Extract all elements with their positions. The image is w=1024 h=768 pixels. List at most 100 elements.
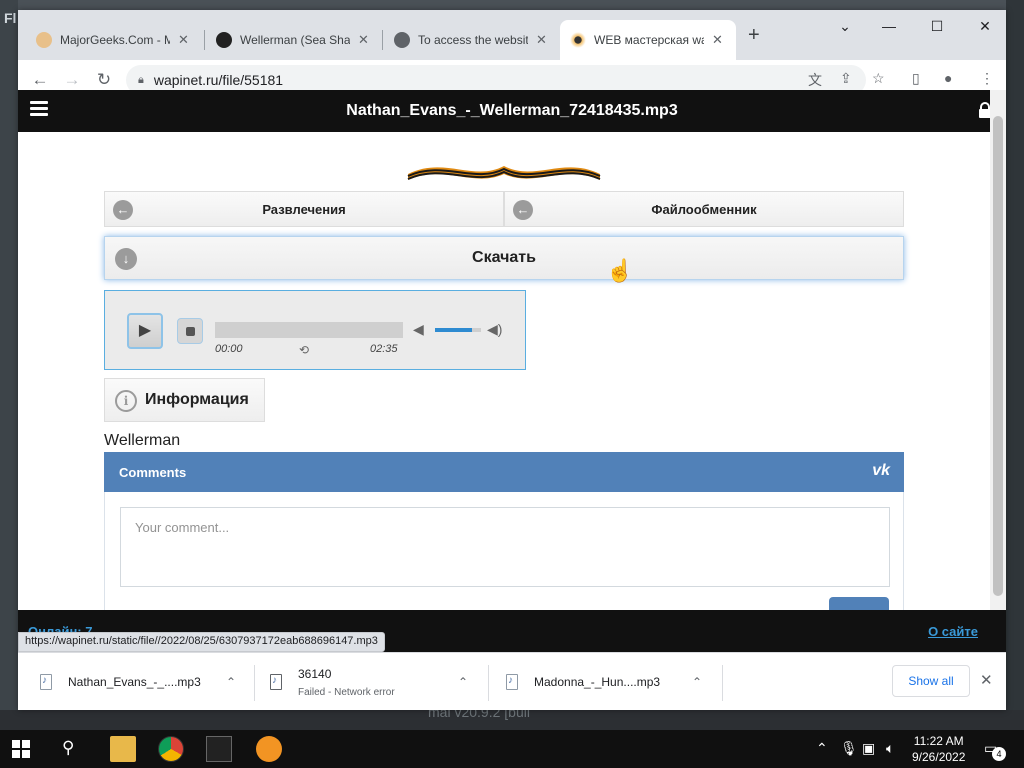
page-title: Nathan_Evans_-_Wellerman_72418435.mp3 bbox=[346, 102, 678, 119]
breadcrumb-entertainment[interactable]: ← Развлечения bbox=[104, 191, 504, 227]
tab-title: WEB мастерская wa bbox=[594, 33, 704, 47]
menu-kebab-icon[interactable]: ⋮ bbox=[980, 70, 994, 87]
page-viewport: Nathan_Evans_-_Wellerman_72418435.mp3 ← … bbox=[18, 90, 1006, 610]
hamburger-menu-icon[interactable] bbox=[30, 101, 48, 119]
information-label: Информация bbox=[145, 391, 249, 408]
download-item[interactable]: Madonna_-_Hun....mp3 ⌃ bbox=[506, 661, 702, 703]
tab-search-chevron-icon[interactable]: ⌄ bbox=[822, 16, 868, 36]
download-separator bbox=[488, 665, 489, 701]
page-scrollbar[interactable] bbox=[990, 90, 1006, 610]
minimize-button[interactable]: — bbox=[866, 16, 912, 36]
volume-max-icon[interactable]: ◀) bbox=[487, 321, 502, 338]
share-icon[interactable]: ⇪ bbox=[840, 70, 852, 87]
chevron-up-icon[interactable]: ⌃ bbox=[458, 675, 468, 689]
info-icon: i bbox=[115, 390, 137, 412]
fl-studio-icon[interactable] bbox=[256, 736, 282, 762]
volume-icon[interactable]: 🔈︎ bbox=[886, 740, 894, 757]
taskbar-clock[interactable]: 11:22 AM 9/26/2022 bbox=[912, 733, 965, 765]
tab-separator bbox=[382, 30, 383, 50]
arrow-left-icon: ← bbox=[513, 200, 533, 220]
file-description: Wellerman bbox=[104, 432, 181, 449]
seek-bar[interactable] bbox=[215, 322, 403, 338]
play-button[interactable]: ▶ bbox=[127, 313, 163, 349]
clock-date: 9/26/2022 bbox=[912, 750, 966, 764]
st-george-ribbon-logo bbox=[407, 166, 601, 180]
translate-icon[interactable]: 文 bbox=[808, 70, 822, 90]
close-download-shelf-icon[interactable]: ✕ bbox=[980, 671, 993, 689]
maximize-button[interactable]: ☐ bbox=[914, 16, 960, 36]
forward-button[interactable]: → bbox=[56, 70, 88, 90]
windows-start-icon[interactable] bbox=[12, 740, 30, 758]
breadcrumb-file-exchange[interactable]: ← Файлообменник bbox=[504, 191, 904, 227]
search-icon[interactable]: ⚲ bbox=[62, 738, 74, 758]
download-status: Failed - Network error bbox=[298, 686, 395, 698]
tab-strip: MajorGeeks.Com - M ✕ Wellerman (Sea Shan… bbox=[18, 10, 1006, 60]
globe-icon bbox=[394, 32, 410, 48]
comments-header: Comments vk bbox=[104, 452, 904, 492]
repeat-icon[interactable]: ⟲ bbox=[299, 343, 309, 357]
close-icon[interactable]: ✕ bbox=[358, 32, 369, 48]
close-icon[interactable]: ✕ bbox=[178, 32, 189, 48]
volume-fill bbox=[435, 328, 472, 332]
site-header: Nathan_Evans_-_Wellerman_72418435.mp3 bbox=[18, 90, 1006, 132]
reload-button[interactable]: ↻ bbox=[88, 70, 120, 90]
close-window-button[interactable]: ✕ bbox=[962, 16, 1008, 36]
tab-access-website[interactable]: To access the website ✕ bbox=[384, 20, 557, 60]
tab-separator bbox=[204, 30, 205, 50]
close-icon[interactable]: ✕ bbox=[536, 32, 547, 48]
comments-title: Comments bbox=[119, 464, 187, 480]
tab-wapinet[interactable]: WEB мастерская wa ✕ bbox=[560, 20, 736, 60]
file-explorer-icon[interactable] bbox=[110, 736, 136, 762]
arrow-down-icon: ↓ bbox=[115, 248, 137, 270]
download-item[interactable]: Nathan_Evans_-_....mp3 ⌃ bbox=[40, 661, 236, 703]
about-link[interactable]: О сайте bbox=[928, 624, 978, 639]
browser-window: MajorGeeks.Com - M ✕ Wellerman (Sea Shan… bbox=[18, 10, 1006, 710]
arrow-left-icon: ← bbox=[113, 200, 133, 220]
windows-taskbar: ⚲ ⌃ 🎙︎ ▣ 🔈︎ 11:22 AM 9/26/2022 ▭ 4 bbox=[0, 730, 1024, 768]
download-filename: 36140 bbox=[298, 666, 332, 681]
breadcrumb-label: Развлечения bbox=[262, 201, 346, 217]
eye-favicon-icon bbox=[570, 32, 586, 48]
link-status-bubble: https://wapinet.ru/static/file//2022/08/… bbox=[18, 632, 385, 652]
stop-button[interactable] bbox=[177, 318, 203, 344]
tab-wellerman[interactable]: Wellerman (Sea Shan ✕ bbox=[206, 20, 379, 60]
lock-icon[interactable]: 🔒︎ bbox=[138, 74, 144, 87]
duration: 02:35 bbox=[370, 343, 398, 355]
show-all-downloads-button[interactable]: Show all bbox=[892, 665, 970, 697]
side-panel-icon[interactable]: ▯ bbox=[912, 70, 920, 87]
volume-slider[interactable] bbox=[435, 328, 481, 332]
download-separator bbox=[254, 665, 255, 701]
terminal-icon[interactable] bbox=[206, 736, 232, 762]
tab-title: To access the website bbox=[418, 33, 528, 47]
address-url: wapinet.ru/file/55181 bbox=[153, 72, 284, 88]
back-button[interactable]: ← bbox=[24, 70, 56, 90]
mute-icon[interactable]: ◀ bbox=[413, 321, 424, 338]
failed-file-icon bbox=[270, 674, 282, 690]
send-comment-button[interactable] bbox=[829, 597, 889, 610]
information-button[interactable]: i Информация bbox=[104, 378, 265, 422]
comment-form bbox=[104, 492, 904, 610]
background-left-strip bbox=[0, 0, 18, 730]
hand-cursor-icon: ☝ bbox=[606, 258, 634, 283]
tray-chevron-up-icon[interactable]: ⌃ bbox=[816, 740, 828, 757]
breadcrumb: ← Развлечения ← Файлообменник bbox=[104, 191, 904, 227]
microphone-icon[interactable]: 🎙︎ bbox=[840, 740, 858, 757]
close-icon[interactable]: ✕ bbox=[712, 32, 723, 48]
profile-avatar-icon[interactable]: ● bbox=[944, 70, 952, 86]
bookmark-star-icon[interactable]: ☆ bbox=[872, 70, 885, 87]
stop-icon bbox=[186, 327, 195, 336]
download-label: Скачать bbox=[472, 249, 536, 266]
scrollbar-thumb[interactable] bbox=[993, 116, 1003, 596]
tab-majorgeeks[interactable]: MajorGeeks.Com - M ✕ bbox=[26, 20, 199, 60]
download-item-failed[interactable]: 36140 Failed - Network error ⌃ bbox=[270, 661, 468, 703]
chevron-up-icon[interactable]: ⌃ bbox=[692, 675, 702, 689]
download-filename: Madonna_-_Hun....mp3 bbox=[534, 675, 661, 689]
tab-title: Wellerman (Sea Shan bbox=[240, 33, 350, 47]
new-tab-button[interactable]: + bbox=[748, 24, 760, 47]
chrome-icon[interactable] bbox=[158, 736, 184, 762]
chevron-up-icon[interactable]: ⌃ bbox=[226, 675, 236, 689]
network-icon[interactable]: ▣ bbox=[862, 740, 875, 757]
download-button[interactable]: ↓ Скачать bbox=[104, 236, 904, 280]
comment-input[interactable] bbox=[120, 507, 890, 587]
majorgeeks-favicon-icon bbox=[36, 32, 52, 48]
